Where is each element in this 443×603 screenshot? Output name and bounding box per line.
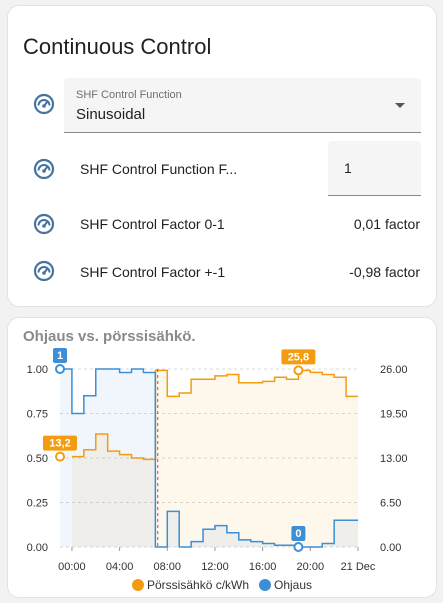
row-label-function-factor: SHF Control Function F... bbox=[80, 161, 238, 177]
x-tick-label: 08:00 bbox=[154, 561, 182, 573]
select-label: SHF Control Function bbox=[76, 89, 182, 101]
legend-label-ohjaus: Ohjaus bbox=[274, 578, 312, 592]
x-tick-label: 12:00 bbox=[201, 561, 229, 573]
price-current-marker bbox=[293, 365, 304, 376]
x-tick-label: 16:00 bbox=[249, 561, 277, 573]
legend-label-price: Pörssisähkö c/kWh bbox=[147, 578, 249, 592]
price-start-marker bbox=[55, 451, 65, 462]
ohjaus-current-marker bbox=[293, 542, 304, 552]
legend-swatch-price bbox=[132, 579, 144, 591]
legend-swatch-ohjaus bbox=[259, 579, 271, 591]
ohjaus-current-badge-label: 0 bbox=[295, 528, 301, 540]
y-left-tick: 0.25 bbox=[27, 498, 48, 510]
dropdown-arrow-icon[interactable] bbox=[395, 103, 405, 108]
gauge-icon bbox=[32, 259, 56, 283]
select-value: Sinusoidal bbox=[76, 106, 146, 123]
price-start-badge-label: 13,2 bbox=[49, 438, 70, 450]
y-left-tick: 0.00 bbox=[27, 542, 48, 554]
y-right-tick: 13.00 bbox=[380, 453, 408, 465]
ohjaus-start-marker bbox=[55, 364, 65, 374]
row-value-factor-0-1: 0,01 factor bbox=[353, 216, 420, 232]
y-right-tick: 19.50 bbox=[380, 409, 408, 421]
row-label-factor-plus-minus-1[interactable]: SHF Control Factor +-1 bbox=[80, 264, 225, 280]
price-current-badge-label: 25,8 bbox=[288, 351, 309, 363]
continuous-control-card: Continuous Control SHF Control Function … bbox=[7, 5, 437, 307]
x-tick-label: 20:00 bbox=[297, 561, 325, 573]
ohjaus-start-badge-label: 1 bbox=[57, 350, 63, 362]
row-label-factor-0-1[interactable]: SHF Control Factor 0-1 bbox=[80, 216, 225, 232]
function-factor-input[interactable]: 1 bbox=[328, 141, 421, 196]
y-left-tick: 0.75 bbox=[27, 409, 48, 421]
gauge-icon bbox=[32, 157, 56, 181]
x-tick-label: 00:00 bbox=[58, 561, 86, 573]
x-tick-label: 04:00 bbox=[106, 561, 134, 573]
x-tick-label: 21 Dec bbox=[341, 561, 376, 573]
y-right-tick: 6.50 bbox=[380, 498, 401, 510]
row-value-factor-plus-minus-1: -0,98 factor bbox=[349, 264, 420, 280]
control-function-select[interactable]: SHF Control Function Sinusoidal bbox=[64, 78, 421, 133]
y-right-tick: 0.00 bbox=[380, 542, 401, 554]
gauge-icon bbox=[32, 212, 56, 236]
chart[interactable]: 1.00 0.75 0.50 0.25 0.00 26.00 19.50 13.00 6.50 0… bbox=[8, 318, 438, 599]
y-left-tick: 1.00 bbox=[27, 364, 48, 376]
chart-card: Ohjaus vs. pörssisähkö. 1.00 0.75 0.50 0.25… bbox=[7, 317, 437, 598]
y-left-tick: 0.50 bbox=[27, 453, 48, 465]
gauge-icon bbox=[32, 92, 56, 116]
card-title: Continuous Control bbox=[23, 34, 212, 59]
y-right-tick: 26.00 bbox=[380, 364, 408, 376]
function-factor-value: 1 bbox=[344, 160, 352, 176]
